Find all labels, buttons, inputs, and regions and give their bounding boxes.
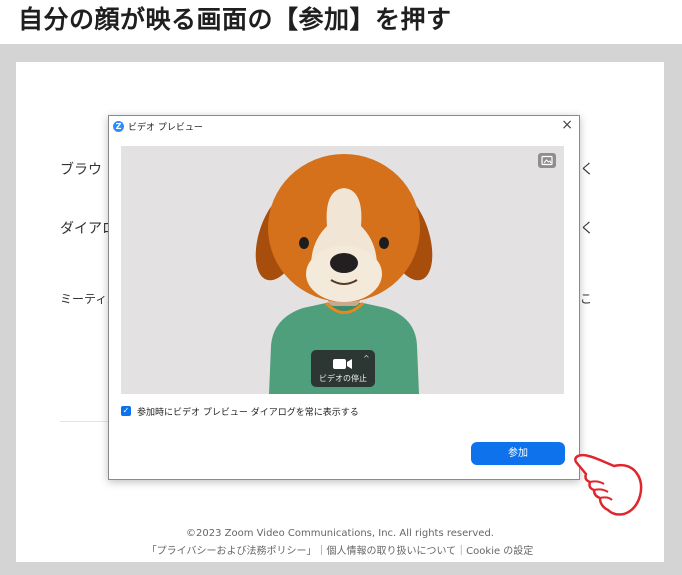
close-button[interactable]: × (561, 117, 573, 133)
video-options-caret[interactable]: ^ (363, 354, 370, 363)
footer-links[interactable]: 「プライバシーおよび法務ポリシー」｜個人情報の取り扱いについて｜Cookie の… (16, 542, 664, 557)
dialog-title: ビデオ プレビュー (128, 123, 203, 133)
stop-video-label: ビデオの停止 (319, 374, 367, 383)
background-row-meeting: ミーティ (60, 292, 108, 306)
always-show-preview-label: 参加時にビデオ プレビュー ダイアログを常に表示する (137, 408, 359, 418)
footer-copyright: ©2023 Zoom Video Communications, Inc. Al… (186, 528, 494, 539)
background-fragment-2: く (580, 221, 594, 237)
stop-video-control[interactable]: ^ ビデオの停止 (311, 350, 375, 387)
video-camera-icon (333, 359, 352, 369)
background-row-browser: ブラウ (60, 162, 102, 178)
video-preview: ^ ビデオの停止 (121, 146, 564, 394)
background-fragment-3: こ (580, 292, 593, 306)
join-button[interactable]: 参加 (471, 442, 565, 465)
video-preview-dialog: Z ビデオ プレビュー × ^ ビデオの停止 ✓ 参加時にビデオ プレビュー ダ… (108, 115, 580, 480)
always-show-preview-checkbox[interactable]: ✓ (121, 406, 131, 416)
zoom-logo-icon: Z (113, 121, 124, 132)
page-heading: 自分の顔が映る画面の【参加】を押す (18, 5, 452, 34)
pointing-hand-icon (574, 453, 643, 516)
background-fragment-1: く (580, 162, 594, 178)
dialog-titlebar: Z ビデオ プレビュー × (109, 116, 579, 138)
